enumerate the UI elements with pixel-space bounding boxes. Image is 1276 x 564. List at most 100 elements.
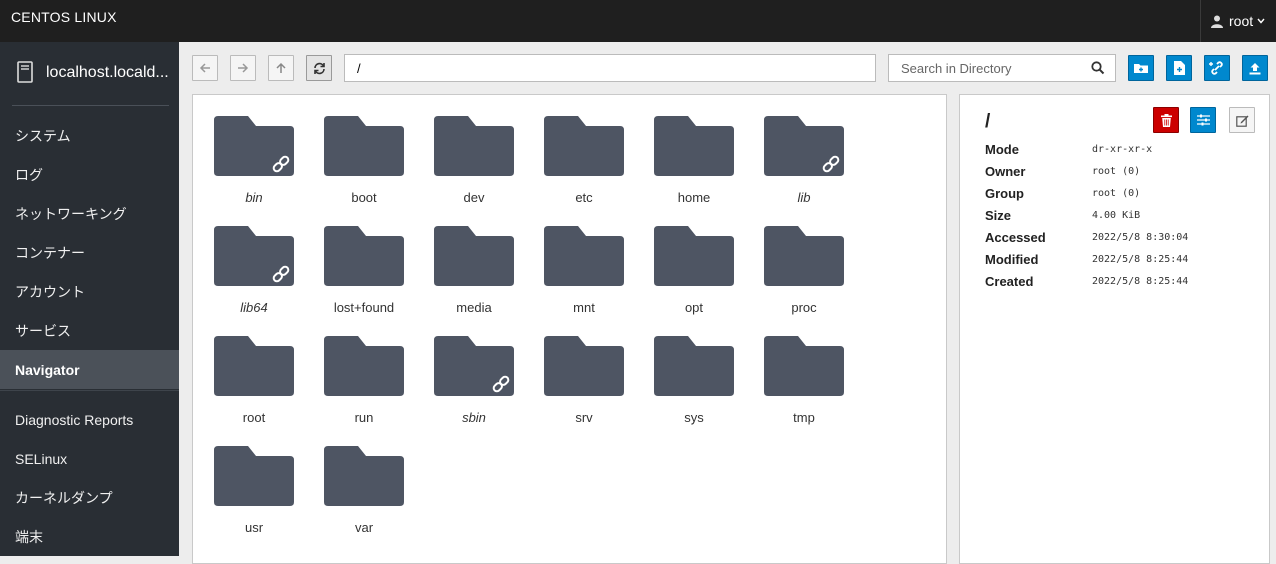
sidebar: localhost.locald... システム ログネットワーキング コンテナーア… [0,42,179,556]
folder-item[interactable]: media [424,226,524,336]
folder-item[interactable]: run [314,336,414,446]
upload-icon [1249,62,1261,74]
sidebar-item-networking[interactable]: ネットワーキング [0,194,179,233]
sidebar-item-navigator[interactable]: Navigator [0,350,179,389]
property-label: Modified [985,252,1039,267]
sidebar-item-label: コンテナー [15,244,85,261]
property-value: 4.00 KiB [1092,210,1141,221]
folder-icon [214,446,294,506]
sidebar-item-kernel-dump[interactable]: カーネルダンプ [0,478,179,517]
forward-button[interactable] [230,55,256,81]
user-menu[interactable]: root [1200,0,1276,42]
sidebar-item-diagnostic-reports[interactable]: Diagnostic Reports [0,400,179,439]
new-folder-button[interactable] [1128,55,1154,81]
folder-name: bin [245,190,263,205]
path-input[interactable] [344,54,876,82]
property-label: Group [985,186,1024,201]
delete-button[interactable] [1153,107,1179,133]
folder-link-icon [434,336,514,396]
sidebar-item-accounts[interactable]: アカウント [0,272,179,311]
folder-name: lib64 [240,300,268,315]
folder-item[interactable]: usr [204,446,304,556]
folder-item[interactable]: proc [754,226,854,336]
property-value: root (0) [1092,166,1141,177]
back-button[interactable] [192,55,218,81]
folder-name: dev [463,190,485,205]
folder-name: media [456,300,492,315]
property-owner: Owner root (0) [985,164,1255,186]
folder-item[interactable]: tmp [754,336,854,446]
sidebar-item-selinux[interactable]: SELinux [0,439,179,478]
folder-name: sbin [462,410,486,425]
property-label: Accessed [985,230,1046,245]
folder-name: etc [575,190,593,205]
details-title: / [985,111,991,132]
sidebar-item-label: SELinux [15,450,68,467]
folder-item[interactable]: root [204,336,304,446]
refresh-icon [313,62,325,74]
property-value: dr-xr-xr-x [1092,144,1153,155]
folder-item[interactable]: bin [204,116,304,226]
search-box [888,54,1116,82]
host-name: localhost.locald... [46,64,169,81]
folder-name: opt [684,300,704,315]
search-input[interactable] [889,55,1093,82]
refresh-button[interactable] [306,55,332,81]
folder-icon [544,226,624,286]
new-link-button[interactable] [1204,55,1230,81]
details-panel: / Mode dr-xr-xr-x Owner root (0) Group root (… [959,94,1270,564]
folder-item[interactable]: opt [644,226,744,336]
folder-icon [324,226,404,286]
folder-item[interactable]: lib [754,116,854,226]
sidebar-item-services[interactable]: サービス [0,311,179,350]
folder-item[interactable]: srv [534,336,634,446]
folder-name: srv [575,410,593,425]
property-label: Owner [985,164,1026,179]
folder-item[interactable]: home [644,116,744,226]
file-grid: bin boot dev etc home lib lib64 lost+found media… [192,94,947,564]
folder-item[interactable]: mnt [534,226,634,336]
sidebar-item-logs[interactable]: ログ [0,155,179,194]
folder-icon [214,336,294,396]
property-value: root (0) [1092,188,1141,199]
property-accessed: Accessed 2022/5/8 8:30:04 [985,230,1255,252]
folder-icon [324,446,404,506]
folder-name: var [354,520,374,535]
folder-item[interactable]: var [314,446,414,556]
folder-item[interactable]: dev [424,116,524,226]
host-switcher[interactable]: localhost.locald... [0,42,179,106]
folder-item[interactable]: sys [644,336,744,446]
folder-name: proc [791,300,817,315]
sidebar-item-containers[interactable]: コンテナー [0,233,179,272]
server-icon [17,61,33,83]
new-folder-icon [1134,64,1148,73]
folder-item[interactable]: lost+found [314,226,414,336]
folder-item[interactable]: sbin [424,336,524,446]
search-icon[interactable] [1091,61,1105,75]
permissions-button[interactable] [1190,107,1216,133]
sidebar-item-label: ネットワーキング [15,205,127,222]
folder-icon [654,226,734,286]
folder-name: home [677,190,711,205]
folder-icon [324,116,404,176]
new-file-icon [1173,61,1185,75]
user-name: root [1229,13,1254,29]
upload-button[interactable] [1242,55,1268,81]
property-created: Created 2022/5/8 8:25:44 [985,274,1255,296]
edit-icon [1235,115,1248,127]
property-mode: Mode dr-xr-xr-x [985,142,1255,164]
folder-item[interactable]: boot [314,116,414,226]
property-group: Group root (0) [985,186,1255,208]
folder-item[interactable]: lib64 [204,226,304,336]
up-button[interactable] [268,55,294,81]
sidebar-item-terminal[interactable]: 端末 [0,517,179,556]
folder-icon [654,336,734,396]
folder-name: run [354,410,374,425]
new-file-button[interactable] [1166,55,1192,81]
arrow-up-icon [276,62,286,73]
folder-name: root [242,410,266,425]
sidebar-item-system[interactable]: システム [0,116,179,155]
property-value: 2022/5/8 8:30:04 [1092,232,1189,243]
folder-item[interactable]: etc [534,116,634,226]
edit-button[interactable] [1229,107,1255,133]
